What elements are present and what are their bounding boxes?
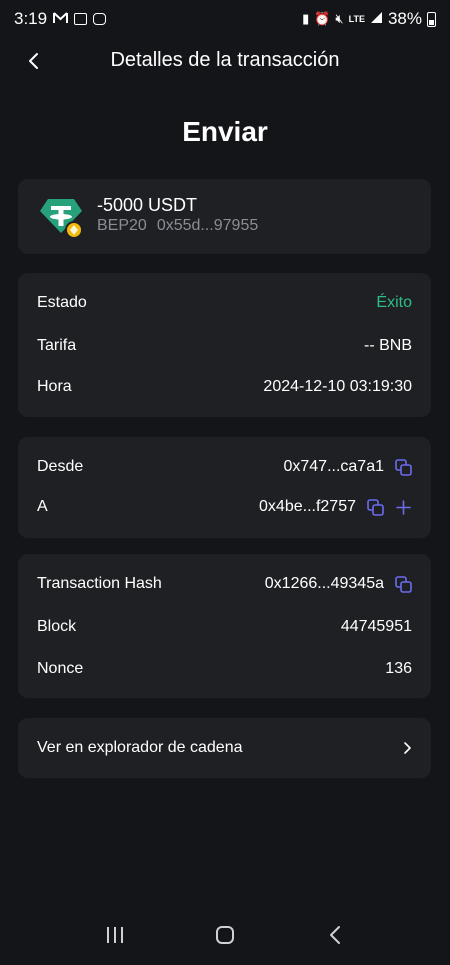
battery-percent: 38% bbox=[387, 9, 422, 28]
from-value-group: 0x747...ca7a1 bbox=[283, 458, 412, 476]
nonce-label: Nonce bbox=[37, 660, 84, 677]
recent-apps-icon bbox=[107, 927, 123, 943]
alarm-icon: ⏰ bbox=[314, 11, 331, 26]
sim-icon: ▮ bbox=[302, 11, 310, 26]
chevron-right-icon bbox=[404, 742, 411, 754]
addresses-card: Desde 0x747...ca7a1 A 0x4be...f2757 bbox=[18, 437, 431, 538]
back-icon bbox=[330, 926, 340, 944]
details-card: Estado Éxito Tarifa -- BNB Hora 2024-12-… bbox=[18, 273, 431, 417]
home-icon bbox=[216, 926, 234, 944]
tether-logo-icon bbox=[38, 195, 84, 239]
hash-label: Transaction Hash bbox=[37, 575, 162, 592]
gallery-icon bbox=[74, 13, 88, 25]
block-label: Block bbox=[37, 618, 77, 635]
to-label: A bbox=[37, 498, 48, 515]
explorer-chevron bbox=[403, 741, 412, 755]
from-address: 0x747...ca7a1 bbox=[283, 458, 384, 475]
youtube-icon bbox=[93, 13, 107, 25]
time-value: 2024-12-10 03:19:30 bbox=[263, 378, 412, 395]
token-amount: -5000 USDT bbox=[97, 195, 198, 215]
header-title: Detalles de la transacción bbox=[110, 49, 340, 71]
to-address: 0x4be...f2757 bbox=[259, 498, 356, 515]
gmail-icon bbox=[53, 11, 69, 27]
copy-to-button[interactable] bbox=[366, 498, 384, 516]
system-back-button[interactable] bbox=[315, 915, 355, 955]
hash-row: Transaction Hash 0x1266...49345a bbox=[37, 572, 412, 596]
status-bar: 3:19 ▮ ⏰ 🔇︎ LTE 38% bbox=[0, 0, 450, 38]
fee-label: Tarifa bbox=[37, 337, 77, 354]
copy-from-button[interactable] bbox=[394, 458, 412, 476]
status-value: Éxito bbox=[376, 294, 412, 311]
copy-icon bbox=[394, 575, 412, 593]
to-row: A 0x4be...f2757 bbox=[37, 495, 412, 519]
token-network: BEP20 bbox=[97, 217, 147, 234]
add-contact-button[interactable] bbox=[394, 498, 412, 516]
status-time: 3:19 bbox=[14, 9, 48, 28]
mute-icon: 🔇︎ bbox=[335, 11, 344, 26]
home-button[interactable] bbox=[205, 915, 245, 955]
explorer-label: Ver en explorador de cadena bbox=[37, 739, 243, 756]
hash-value-group: 0x1266...49345a bbox=[265, 575, 412, 593]
token-card: -5000 USDT BEP20 0x55d...97955 bbox=[18, 179, 431, 254]
lte-icon: LTE bbox=[348, 14, 365, 24]
status-right: ▮ ⏰ 🔇︎ LTE 38% bbox=[302, 9, 436, 29]
system-nav-bar bbox=[0, 905, 450, 965]
page-title: Enviar bbox=[182, 116, 268, 147]
nonce-value: 136 bbox=[385, 660, 412, 677]
header: Detalles de la transacción bbox=[0, 40, 450, 82]
token-subtitle: BEP20 0x55d...97955 bbox=[97, 217, 268, 235]
fee-value: -- BNB bbox=[364, 337, 412, 354]
token-contract-address: 0x55d...97955 bbox=[156, 217, 259, 234]
signal-icon bbox=[370, 11, 383, 27]
to-value-group: 0x4be...f2757 bbox=[259, 498, 412, 516]
fee-row: Tarifa -- BNB bbox=[37, 334, 412, 358]
hash-value: 0x1266...49345a bbox=[264, 575, 384, 592]
plus-icon bbox=[395, 499, 411, 515]
explorer-row: Ver en explorador de cadena bbox=[37, 736, 412, 760]
chain-info-card: Transaction Hash 0x1266...49345a Block 4… bbox=[18, 554, 431, 698]
time-row: Hora 2024-12-10 03:19:30 bbox=[37, 375, 412, 399]
nonce-row: Nonce 136 bbox=[37, 657, 412, 681]
copy-icon bbox=[394, 458, 412, 476]
from-label: Desde bbox=[37, 458, 84, 475]
block-value: 44745951 bbox=[340, 618, 412, 635]
status-label: Estado bbox=[37, 294, 87, 311]
status-left: 3:19 bbox=[14, 9, 107, 29]
view-in-explorer-button[interactable]: Ver en explorador de cadena bbox=[18, 718, 431, 778]
battery-icon bbox=[427, 11, 436, 27]
from-row: Desde 0x747...ca7a1 bbox=[37, 455, 412, 479]
recent-apps-button[interactable] bbox=[95, 915, 135, 955]
copy-hash-button[interactable] bbox=[394, 575, 412, 593]
status-row: Estado Éxito bbox=[37, 291, 412, 315]
block-row: Block 44745951 bbox=[37, 615, 412, 639]
copy-icon bbox=[366, 498, 384, 516]
time-label: Hora bbox=[37, 378, 72, 395]
